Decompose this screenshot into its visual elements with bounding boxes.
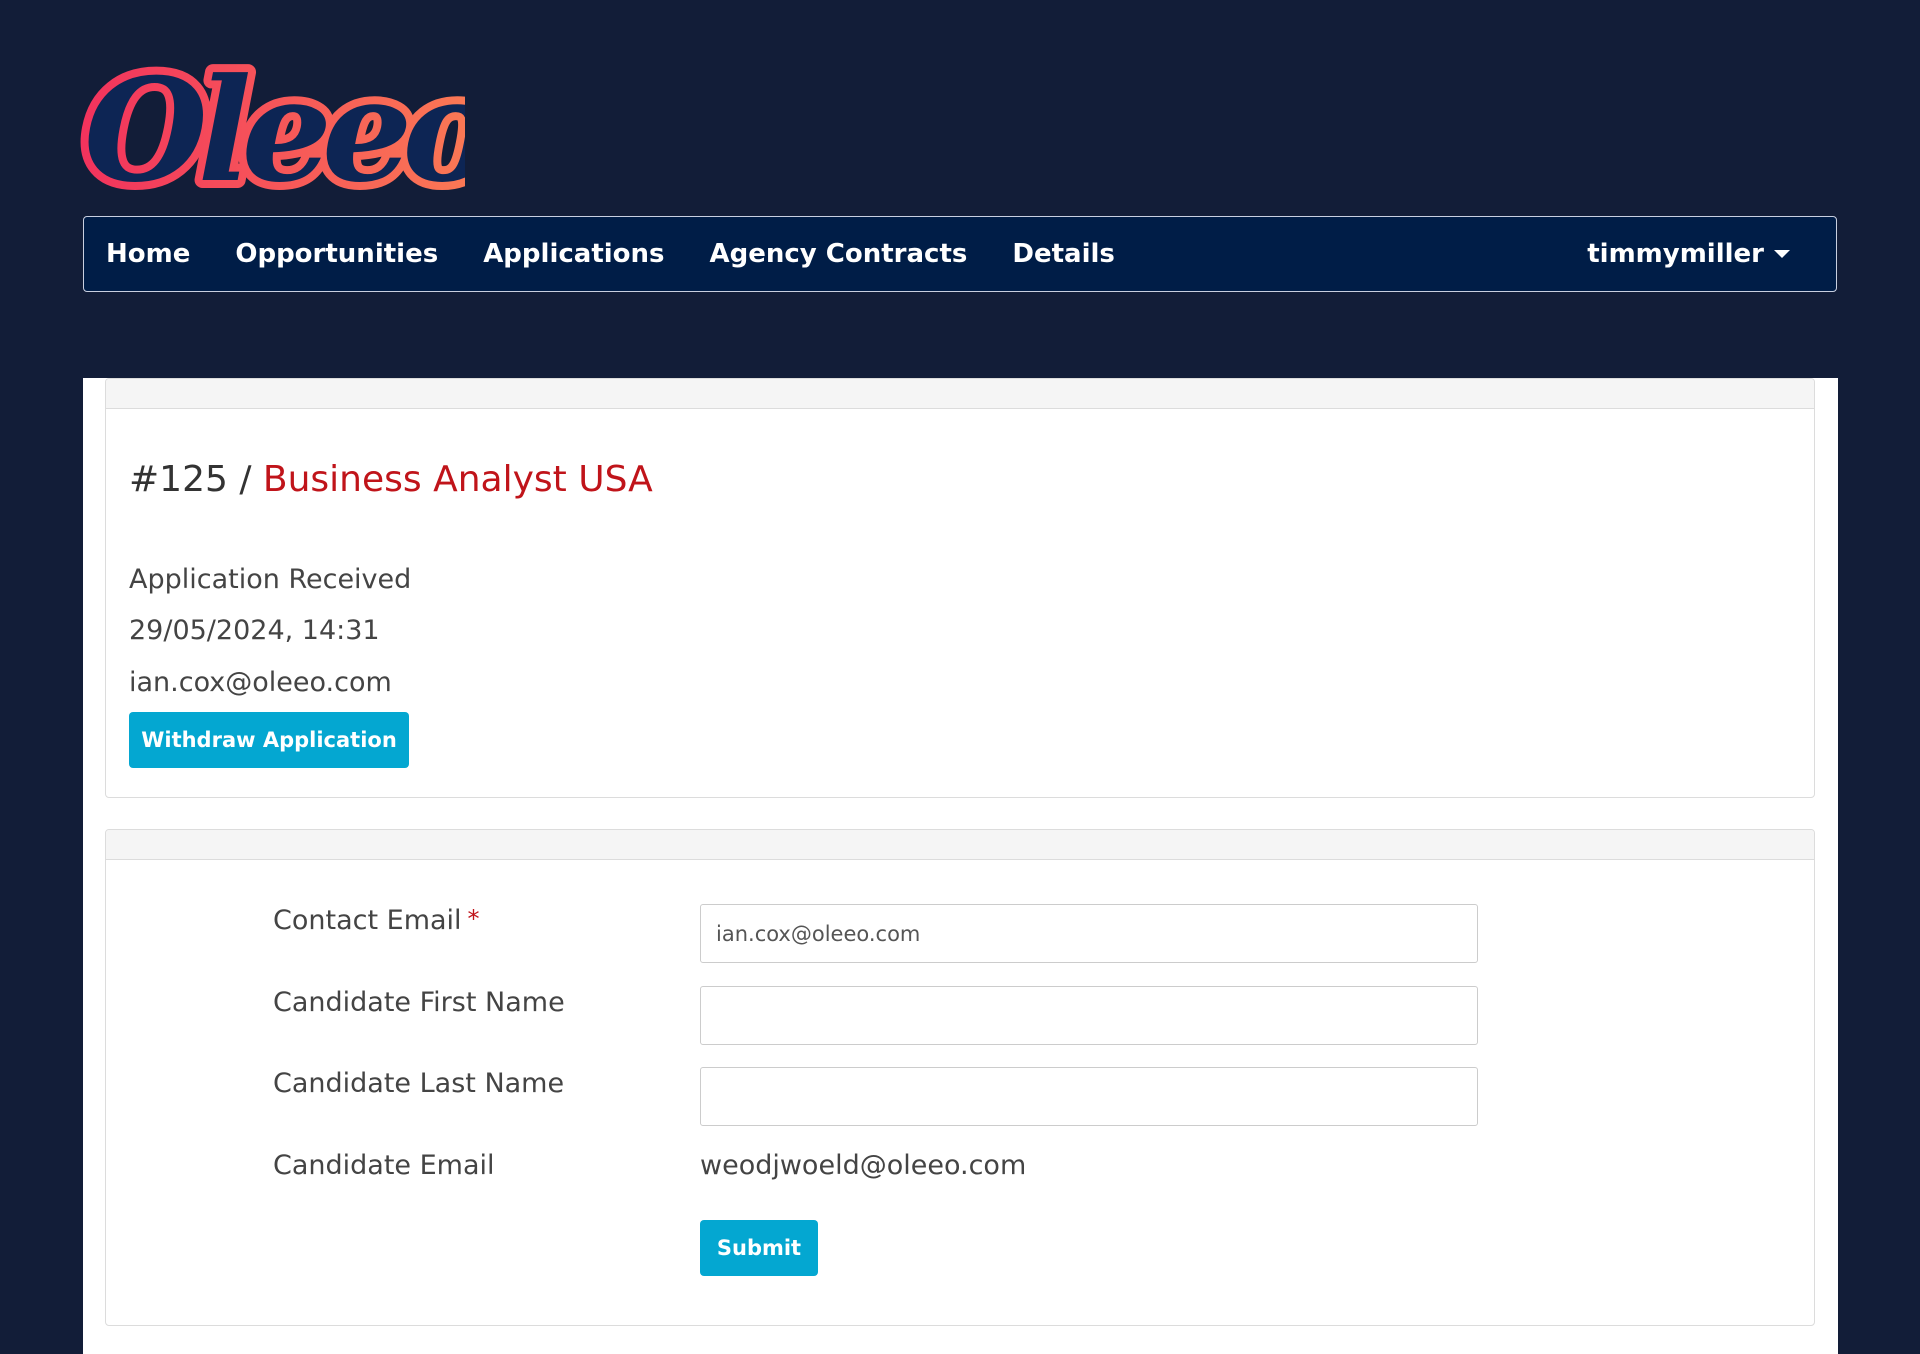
first-name-input[interactable]: [700, 986, 1478, 1045]
required-marker: *: [467, 905, 480, 933]
last-name-input[interactable]: [700, 1067, 1478, 1126]
nav-applications[interactable]: Applications: [483, 239, 664, 269]
contact-email-label: Contact Email *: [273, 905, 480, 936]
nav-home[interactable]: Home: [106, 239, 190, 269]
application-email: ian.cox@oleeo.com: [129, 667, 392, 698]
application-id: #125: [129, 459, 228, 500]
application-status: Application Received: [129, 564, 412, 595]
application-date: 29/05/2024, 14:31: [129, 615, 380, 646]
main-navbar: Home Opportunities Applications Agency C…: [83, 216, 1837, 292]
caret-down-icon: [1774, 250, 1790, 258]
candidate-email-value: weodjwoeld@oleeo.com: [700, 1150, 1027, 1181]
job-title-link[interactable]: Business Analyst USA: [263, 459, 653, 500]
nav-opportunities[interactable]: Opportunities: [235, 239, 438, 269]
candidate-form-card: Contact Email* Candidate First Name Cand…: [105, 829, 1815, 1326]
page-title: #125 / Business Analyst USA: [129, 459, 653, 500]
card-header: [106, 830, 1814, 860]
main-content: #125 / Business Analyst USA Application …: [83, 378, 1838, 1354]
last-name-label: Candidate Last Name: [273, 1068, 565, 1099]
user-name: timmymiller: [1587, 239, 1764, 269]
contact-email-label-text: Contact Email: [273, 905, 462, 936]
title-separator: /: [227, 459, 263, 500]
logo-wordmark: Oleeo: [84, 50, 465, 210]
submit-button[interactable]: Submit: [700, 1220, 818, 1276]
user-menu-dropdown[interactable]: timmymiller: [1587, 239, 1790, 269]
oleeo-logo: Oleeo: [80, 50, 465, 210]
application-summary-card: #125 / Business Analyst USA Application …: [105, 378, 1815, 798]
nav-details[interactable]: Details: [1012, 239, 1115, 269]
nav-agency-contracts[interactable]: Agency Contracts: [710, 239, 968, 269]
candidate-email-label: Candidate Email: [273, 1150, 495, 1181]
contact-email-input[interactable]: [700, 904, 1478, 963]
withdraw-application-button[interactable]: Withdraw Application: [129, 712, 409, 768]
card-header: [106, 379, 1814, 409]
first-name-label: Candidate First Name: [273, 987, 565, 1018]
